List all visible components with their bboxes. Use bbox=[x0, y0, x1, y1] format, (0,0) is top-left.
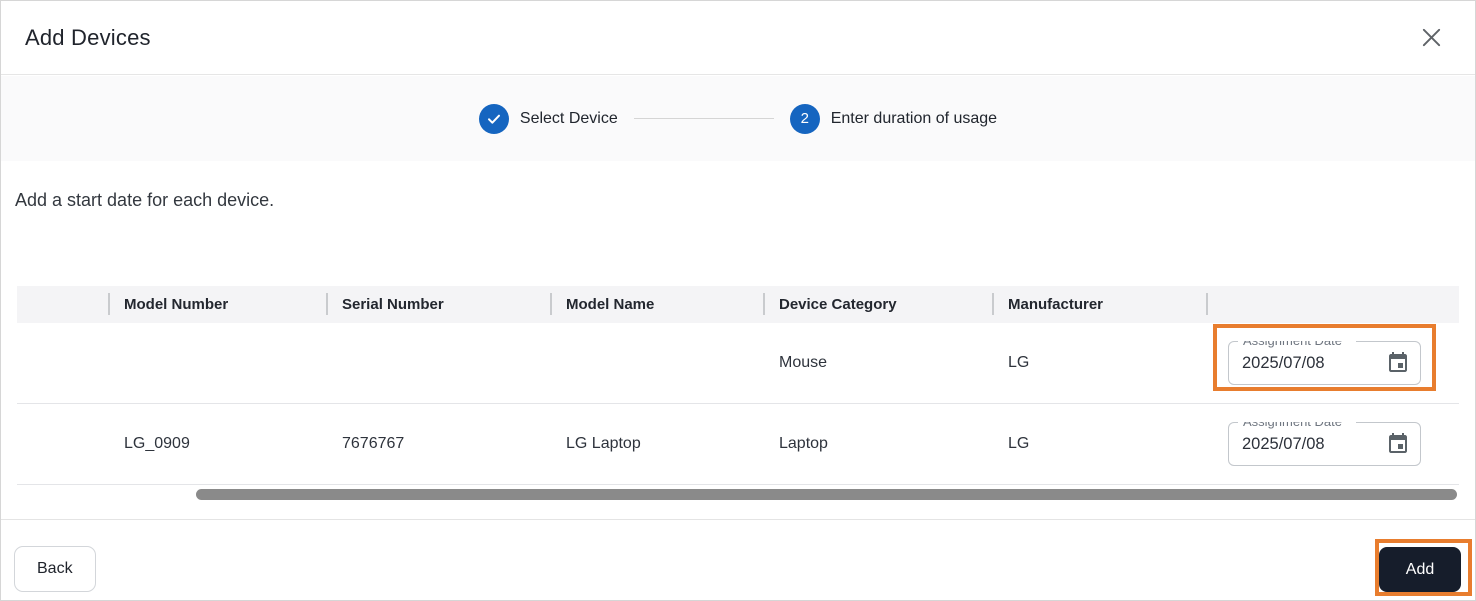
add-devices-modal: Add Devices Select Device 2 Enter durati… bbox=[0, 0, 1476, 601]
assignment-date-field-row2[interactable]: Assignment Date * bbox=[1228, 422, 1421, 466]
table-row: LG_0909 7676767 LG Laptop Laptop LG Assi… bbox=[17, 404, 1459, 485]
modal-title: Add Devices bbox=[25, 24, 151, 50]
column-header-assignment bbox=[1206, 286, 1459, 323]
cell-model-number: LG_0909 bbox=[124, 435, 190, 452]
step-2-label: Enter duration of usage bbox=[830, 109, 998, 127]
assignment-date-input-row1[interactable] bbox=[1229, 353, 1359, 373]
cell-assignment-date: Assignment Date * bbox=[1206, 341, 1459, 385]
check-icon bbox=[486, 111, 502, 127]
assignment-date-field-row1[interactable]: Assignment Date * bbox=[1228, 341, 1421, 385]
assignment-date-label: Assignment Date * bbox=[1238, 422, 1356, 429]
assignment-date-input-row2[interactable] bbox=[1229, 434, 1359, 454]
cell-assignment-date: Assignment Date * bbox=[1206, 422, 1459, 466]
table-header-row: Model Number Serial Number Model Name De… bbox=[17, 286, 1459, 323]
cell-model-name: LG Laptop bbox=[566, 435, 641, 452]
close-button[interactable] bbox=[1417, 24, 1445, 52]
step-1-circle bbox=[478, 103, 509, 134]
column-header-device-category: Device Category bbox=[763, 286, 992, 323]
add-button[interactable]: Add bbox=[1379, 547, 1461, 592]
stepper-connector bbox=[633, 118, 774, 119]
column-header-empty bbox=[17, 286, 108, 323]
cell-device-category: Laptop bbox=[779, 435, 828, 452]
calendar-icon bbox=[1386, 432, 1410, 456]
column-header-serial-number: Serial Number bbox=[326, 286, 550, 323]
cell-serial-number: 7676767 bbox=[342, 435, 405, 452]
calendar-picker-button-row1[interactable] bbox=[1385, 350, 1411, 376]
close-icon bbox=[1420, 26, 1443, 49]
column-header-manufacturer: Manufacturer bbox=[992, 286, 1206, 323]
step-2-circle: 2 bbox=[789, 103, 820, 134]
cell-device-category: Mouse bbox=[779, 354, 828, 371]
horizontal-scrollbar[interactable] bbox=[196, 489, 1457, 500]
back-button[interactable]: Back bbox=[14, 546, 96, 592]
calendar-picker-button-row2[interactable] bbox=[1385, 431, 1411, 457]
step-select-device: Select Device bbox=[478, 103, 618, 134]
step-enter-duration: 2 Enter duration of usage bbox=[789, 103, 998, 134]
calendar-icon bbox=[1386, 351, 1410, 375]
cell-manufacturer: LG bbox=[1008, 435, 1030, 452]
step-1-label: Select Device bbox=[519, 109, 618, 127]
device-table: Model Number Serial Number Model Name De… bbox=[17, 286, 1459, 485]
modal-footer: Back Add bbox=[1, 519, 1475, 600]
column-header-model-name: Model Name bbox=[550, 286, 763, 323]
cell-manufacturer: LG bbox=[1008, 354, 1030, 371]
instruction-text: Add a start date for each device. bbox=[15, 190, 275, 210]
assignment-date-label: Assignment Date * bbox=[1238, 341, 1356, 348]
modal-header: Add Devices bbox=[1, 1, 1475, 75]
stepper: Select Device 2 Enter duration of usage bbox=[1, 76, 1475, 161]
table-row: Mouse LG Assignment Date * bbox=[17, 323, 1459, 404]
column-header-model-number: Model Number bbox=[108, 286, 326, 323]
